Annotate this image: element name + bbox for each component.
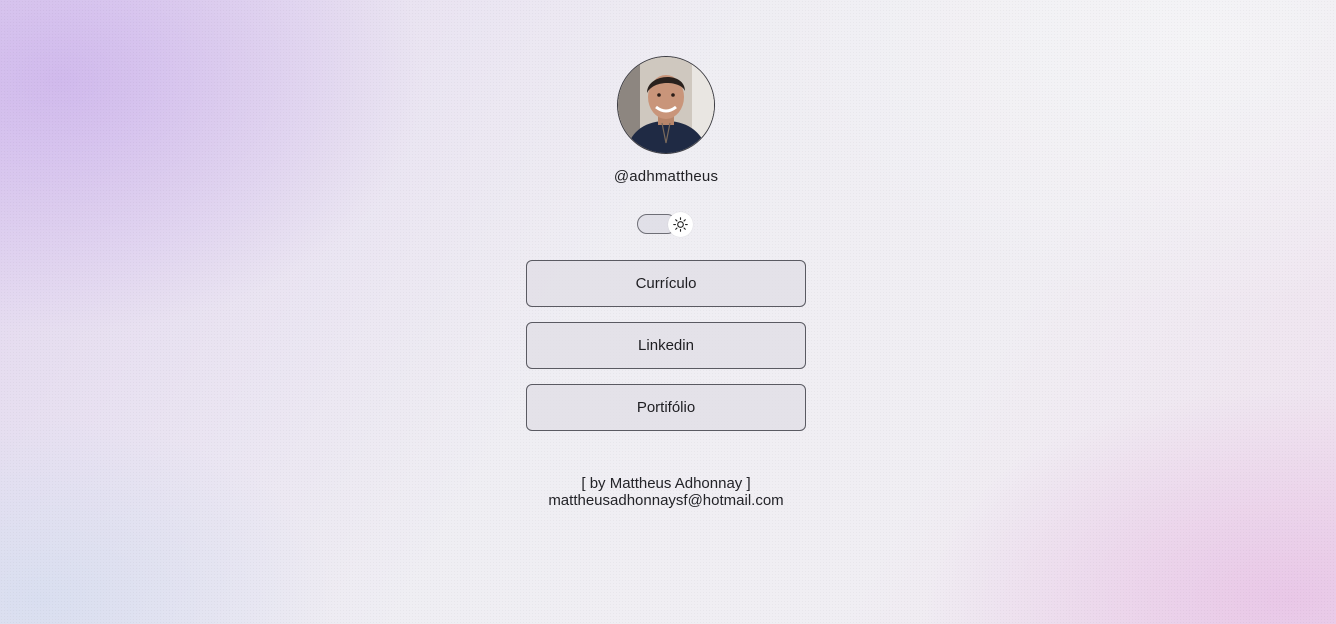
profile-handle: @adhmattheus xyxy=(613,168,719,185)
footer-email: mattheusadhonnaysf@hotmail.com xyxy=(548,492,784,509)
toggle-knob[interactable] xyxy=(668,212,693,237)
curriculo-button[interactable]: Currículo xyxy=(526,260,806,307)
linkedin-button[interactable]: Linkedin xyxy=(526,322,806,369)
theme-toggle[interactable] xyxy=(637,212,693,237)
footer-credit: [ by Mattheus Adhonnay ] xyxy=(581,475,751,492)
link-page: @adhmattheus Currículo Linkedin Portifól… xyxy=(0,0,1336,624)
sun-icon xyxy=(673,217,688,232)
avatar xyxy=(617,56,715,154)
profile-photo xyxy=(618,57,714,153)
portifolio-button[interactable]: Portifólio xyxy=(526,384,806,431)
